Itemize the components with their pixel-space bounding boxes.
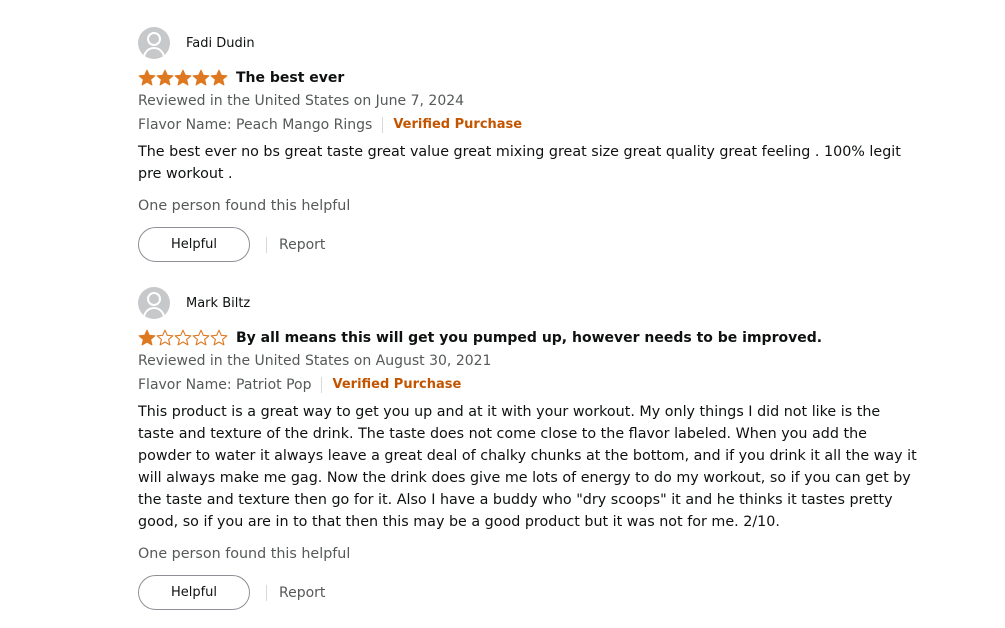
avatar-icon — [138, 287, 170, 319]
report-link[interactable]: Report — [279, 237, 325, 253]
reviewer-name[interactable]: Mark Biltz — [186, 296, 250, 311]
flavor-name[interactable]: Flavor Name: Peach Mango Rings — [138, 114, 372, 136]
reviewer-profile[interactable]: Mark Biltz — [138, 287, 918, 319]
helpful-count: One person found this helpful — [138, 546, 351, 562]
flavor-name[interactable]: Flavor Name: Patriot Pop — [138, 374, 311, 396]
star-empty-icon — [156, 329, 174, 346]
helpful-count: One person found this helpful — [138, 198, 351, 214]
review-date: Reviewed in the United States on June 7,… — [138, 93, 465, 109]
review-title[interactable]: The best ever — [236, 70, 344, 86]
divider — [266, 584, 267, 601]
star-filled-icon — [138, 329, 156, 346]
divider — [321, 377, 323, 393]
report-link[interactable]: Report — [279, 585, 325, 601]
verified-purchase-badge: Verified Purchase — [332, 377, 462, 392]
review-body: The best ever no bs great taste great va… — [138, 144, 901, 182]
reviewer-profile[interactable]: Fadi Dudin — [138, 27, 918, 59]
reviewer-name[interactable]: Fadi Dudin — [186, 36, 255, 51]
star-filled-icon — [210, 69, 228, 86]
star-empty-icon — [192, 329, 210, 346]
verified-purchase-badge: Verified Purchase — [393, 117, 523, 132]
star-empty-icon — [210, 329, 228, 346]
divider — [382, 117, 384, 133]
helpful-button[interactable]: Helpful — [138, 575, 250, 610]
review-card: Mark Biltz By all means this will get yo… — [138, 287, 918, 610]
avatar-icon — [138, 27, 170, 59]
review-title[interactable]: By all means this will get you pumped up… — [236, 330, 822, 346]
star-filled-icon — [174, 69, 192, 86]
star-rating[interactable] — [138, 329, 228, 347]
helpful-button[interactable]: Helpful — [138, 227, 250, 262]
star-filled-icon — [192, 69, 210, 86]
review-body: This product is a great way to get you u… — [138, 404, 917, 530]
review-card: Fadi Dudin The best ever Reviewed in the… — [138, 27, 918, 262]
star-empty-icon — [174, 329, 192, 346]
divider — [266, 236, 267, 253]
star-filled-icon — [156, 69, 174, 86]
star-rating[interactable] — [138, 69, 228, 87]
star-filled-icon — [138, 69, 156, 86]
review-date: Reviewed in the United States on August … — [138, 353, 492, 369]
